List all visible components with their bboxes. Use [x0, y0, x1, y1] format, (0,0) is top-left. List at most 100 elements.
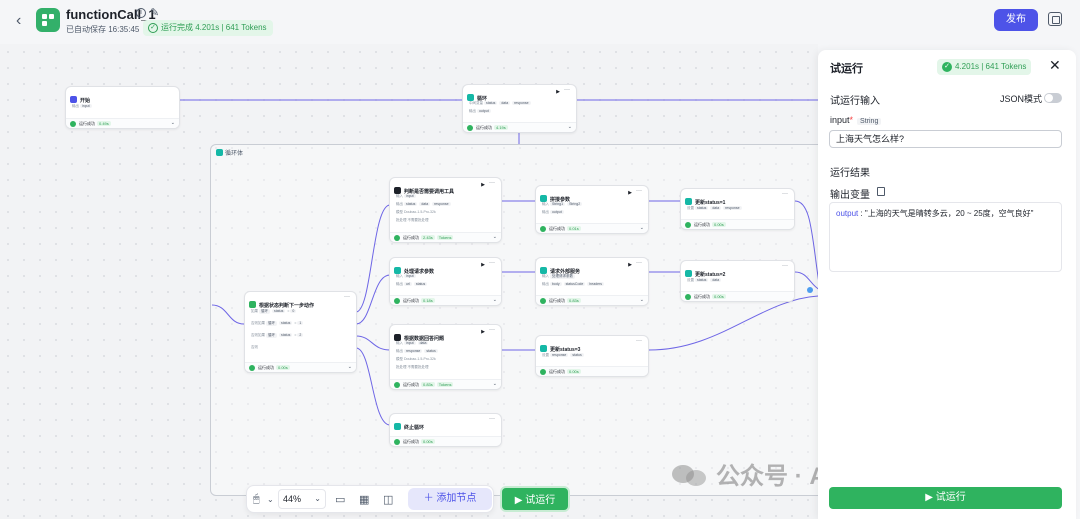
condition-icon	[249, 301, 256, 308]
node-external-service[interactable]: 请求外部服务 ▶ ··· 输入 处理请求参数 输出 body statusCode he…	[535, 257, 649, 306]
code-icon	[394, 267, 401, 274]
check-icon: ✓	[148, 23, 158, 33]
more-icon: ···	[564, 87, 570, 93]
success-icon	[394, 439, 400, 445]
node-row: 输出 input	[72, 104, 92, 108]
play-icon: ▶	[556, 89, 560, 95]
node-update-status-2[interactable]: 更新status=2 ··· 设置 status data 运行成功 0.00s	[680, 260, 795, 302]
more-icon: ···	[636, 260, 642, 266]
chevron-down-icon: ⌄	[639, 225, 644, 231]
app-icon	[36, 8, 60, 32]
json-mode-toggle[interactable]	[1044, 93, 1062, 103]
chevron-down-icon: ⌄	[492, 297, 497, 303]
output-variables-label: 输出变量	[830, 190, 870, 201]
success-icon	[685, 294, 691, 300]
test-run-panel: 试运行 ✓ 4.201s | 641 Tokens ✕ 试运行输入 JSON模式 …	[818, 50, 1076, 519]
node-judge-tool[interactable]: 判断是否需要调用工具 ▶ ··· 输入 input 输出 status data res…	[389, 177, 502, 243]
more-icon: ···	[489, 180, 495, 186]
zoom-select[interactable]: 44% ⌄	[278, 489, 326, 509]
edit-icon[interactable]: ✎	[150, 6, 159, 19]
mouse-mode-icon[interactable]: 🖱	[253, 493, 260, 506]
success-icon	[540, 369, 546, 375]
run-status-badge: ✓ 运行完成 4.201s | 641 Tokens	[143, 20, 273, 36]
node-start[interactable]: 开始 输出 input 运行成功 0.49s ⌄	[65, 86, 180, 129]
node-concat[interactable]: 拼接参数 ▶ ··· 输入 String1 String2 输出 output 运行成…	[535, 185, 649, 234]
comment-icon[interactable]: ▭	[335, 493, 345, 506]
play-icon: ▶	[628, 262, 632, 268]
variable-icon	[540, 345, 547, 352]
success-icon	[540, 226, 546, 232]
minimap-icon[interactable]: ◫	[383, 493, 393, 506]
window-copy-icon[interactable]	[1048, 12, 1062, 26]
copy-icon[interactable]	[877, 187, 885, 196]
input-field[interactable]: 上海天气怎么样?	[829, 130, 1062, 148]
variable-icon	[685, 198, 692, 205]
more-icon: ···	[489, 416, 495, 422]
close-icon[interactable]: ✕	[1049, 57, 1061, 74]
chevron-down-icon[interactable]: ⌄	[267, 495, 274, 504]
start-icon	[70, 96, 77, 103]
more-icon: ···	[489, 327, 495, 333]
output-box: output : "上海的天气是晴转多云，20 ~ 25度，空气良好"	[829, 202, 1062, 272]
success-icon	[467, 125, 473, 131]
check-icon: ✓	[942, 62, 952, 72]
node-update-status-3[interactable]: 更新status=3 ··· 设置 response status 运行成功 0.00…	[535, 335, 649, 377]
variable-icon	[685, 270, 692, 277]
info-icon[interactable]: i	[136, 8, 146, 18]
result-section-title: 运行结果	[830, 168, 870, 179]
more-icon: ···	[636, 338, 642, 344]
node-stop-loop[interactable]: 终止循环 ··· 运行成功 0.00s	[389, 413, 502, 447]
success-icon	[394, 235, 400, 241]
success-icon	[685, 222, 691, 228]
play-icon: ▶	[481, 182, 485, 188]
chevron-down-icon: ⌄	[567, 124, 572, 130]
success-icon	[394, 382, 400, 388]
more-icon: ···	[782, 263, 788, 269]
llm-icon	[394, 334, 401, 341]
node-process-params[interactable]: 处理请求参数 ▶ ··· 输入 input 输出 url status 运行成功 0.1…	[389, 257, 502, 306]
node-router[interactable]: 根据状态判断下一步动作 ··· 如果 循环 status = 0 否则如果 循环 sta…	[244, 291, 357, 373]
chevron-down-icon: ⌄	[639, 297, 644, 303]
success-icon	[540, 298, 546, 304]
play-icon: ▶	[481, 262, 485, 268]
layout-icon[interactable]: ▦	[359, 493, 369, 506]
json-mode-label: JSON模式	[1000, 94, 1043, 104]
wechat-icon	[672, 461, 710, 489]
play-icon: ▶	[481, 329, 485, 335]
loop-icon	[216, 149, 223, 156]
chevron-down-icon: ⌄	[347, 364, 352, 370]
more-icon: ···	[636, 188, 642, 194]
loop-body-label: 循环体	[216, 148, 243, 157]
input-label: input* String	[830, 115, 882, 125]
node-answer[interactable]: 根据数据回答问题 ▶ ··· 输入 input data 输出 response sta…	[389, 324, 502, 390]
panel-title: 试运行	[830, 63, 863, 75]
loop-icon	[467, 94, 474, 101]
text-process-icon	[540, 195, 547, 202]
input-section-title: 试运行输入	[830, 96, 880, 107]
top-header: ‹ functionCall_1 i ✎ 已自动保存 16:35:45 ✓ 运行完…	[0, 0, 1080, 44]
add-node-button[interactable]: ＋ 添加节点	[408, 488, 492, 510]
llm-icon	[394, 187, 401, 194]
node-loop[interactable]: 循环 ▶ ··· 中间变量 status data response 输出 output…	[462, 84, 577, 133]
play-icon: ▶	[628, 190, 632, 196]
http-icon	[540, 267, 547, 274]
publish-button[interactable]: 发布	[994, 9, 1038, 31]
test-run-button[interactable]: ▶ 试运行	[500, 486, 570, 512]
node-status: 运行成功 0.49s ⌄	[66, 118, 179, 128]
panel-run-badge: ✓ 4.201s | 641 Tokens	[937, 59, 1032, 75]
success-icon	[249, 365, 255, 371]
stop-icon	[394, 423, 401, 430]
chevron-down-icon: ⌄	[492, 381, 497, 387]
more-icon: ···	[344, 294, 350, 300]
panel-run-button[interactable]: ▶ 试运行	[829, 487, 1062, 509]
success-icon	[394, 298, 400, 304]
chevron-down-icon: ⌄	[170, 120, 175, 126]
autosave-status: 已自动保存 16:35:45	[66, 25, 140, 34]
back-arrow-icon[interactable]: ‹	[16, 12, 28, 30]
chevron-down-icon: ⌄	[492, 234, 497, 240]
node-update-status-1[interactable]: 更新status=1 ··· 设置 status data response 运行成功…	[680, 188, 795, 230]
more-icon: ···	[489, 260, 495, 266]
more-icon: ···	[782, 191, 788, 197]
success-icon	[70, 121, 76, 127]
chevron-down-icon: ⌄	[314, 494, 321, 503]
